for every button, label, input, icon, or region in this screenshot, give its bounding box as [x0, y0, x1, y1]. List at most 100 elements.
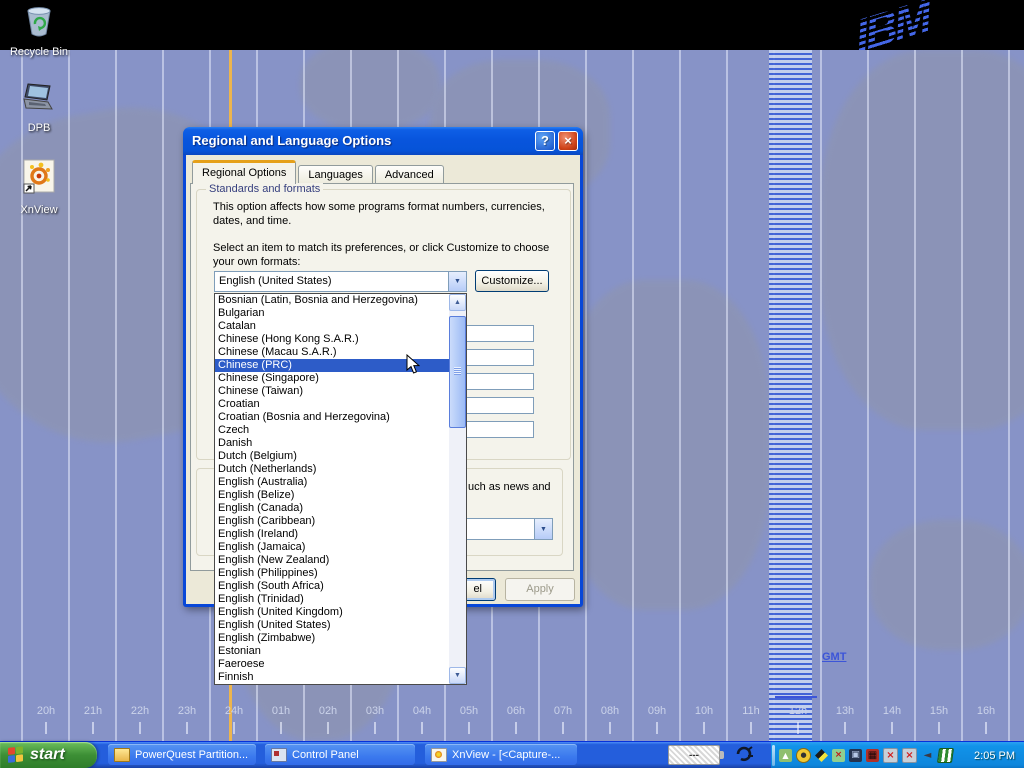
tab-strip: Regional OptionsLanguagesAdvanced	[192, 163, 446, 184]
tab-regional-options[interactable]: Regional Options	[192, 160, 296, 184]
tab-languages[interactable]: Languages	[298, 165, 372, 184]
chevron-down-icon[interactable]: ▼	[534, 519, 552, 539]
language-list-item[interactable]: Dutch (Belgium)	[215, 450, 449, 463]
close-button[interactable]: ×	[558, 131, 578, 151]
timezone-tick	[844, 722, 846, 734]
list-scrollbar[interactable]: ▲ ▼	[449, 294, 466, 684]
timezone-tick	[562, 722, 564, 734]
timezone-label: 04h	[413, 705, 431, 717]
timezone-label: 12h	[789, 705, 807, 717]
format-combobox[interactable]: English (United States) ▼	[214, 271, 467, 292]
desktop-screen: IBM GMT 20h21h22h23h24h01h02h03h04h05h06…	[0, 0, 1024, 768]
apply-button[interactable]: Apply	[505, 578, 575, 601]
language-list-item[interactable]: English (Trinidad)	[215, 593, 449, 606]
task-button-control-panel[interactable]: Control Panel	[265, 744, 415, 766]
timezone-tick	[750, 722, 752, 734]
task-button-label: PowerQuest Partition...	[135, 749, 248, 761]
timezone-label: 23h	[178, 705, 196, 717]
location-text-fragment: uch as news and	[468, 480, 551, 494]
timezone-tick	[985, 722, 987, 734]
timezone-tick	[327, 722, 329, 734]
modem-icon[interactable]	[796, 748, 811, 763]
removable-device-icon[interactable]	[779, 749, 792, 762]
language-list-item[interactable]: English (Jamaica)	[215, 541, 449, 554]
task-button-powerquest-partition[interactable]: PowerQuest Partition...	[108, 744, 256, 766]
language-list-item[interactable]: Bosnian (Latin, Bosnia and Herzegovina)	[215, 294, 449, 307]
timezone-tick	[609, 722, 611, 734]
dialog-titlebar[interactable]: Regional and Language Options ? ×	[183, 127, 583, 155]
language-list-item[interactable]: Danish	[215, 437, 449, 450]
taskbar: start PowerQuest Partition... Control Pan…	[0, 741, 1024, 768]
start-button-label: start	[30, 746, 65, 764]
language-list-item[interactable]: English (Australia)	[215, 476, 449, 489]
status-icon[interactable]	[832, 749, 845, 762]
laptop-icon	[20, 82, 58, 119]
task-button-xnview-capture[interactable]: XnView - [<Capture-...	[425, 744, 577, 766]
timezone-label: 20h	[37, 705, 55, 717]
battery-meter[interactable]: ---	[668, 745, 720, 765]
timezone-label: 06h	[507, 705, 525, 717]
desktop-icon-recycle-bin[interactable]: Recycle Bin	[0, 4, 78, 58]
timezone-tick	[938, 722, 940, 734]
taskbar-clock[interactable]: 2:05 PM	[974, 750, 1024, 762]
customize-button[interactable]: Customize...	[475, 270, 549, 292]
language-list-item[interactable]: Dutch (Netherlands)	[215, 463, 449, 476]
language-list-item[interactable]: Catalan	[215, 320, 449, 333]
timezone-tick	[233, 722, 235, 734]
scroll-up-button[interactable]: ▲	[449, 294, 466, 311]
language-list-item[interactable]: English (Philippines)	[215, 567, 449, 580]
timezone-tick	[421, 722, 423, 734]
timezone-label: 03h	[366, 705, 384, 717]
xnview-icon	[21, 158, 57, 201]
language-list-item[interactable]: Chinese (Hong Kong S.A.R.)	[215, 333, 449, 346]
display-offline-icon[interactable]	[883, 748, 898, 763]
language-list-item[interactable]: Faeroese	[215, 658, 449, 671]
language-list-item[interactable]: Finnish	[215, 671, 449, 684]
start-button[interactable]: start	[0, 742, 97, 768]
desktop-icon-label: Recycle Bin	[10, 46, 68, 58]
timezone-label: 16h	[977, 705, 995, 717]
language-list-item[interactable]: Croatian	[215, 398, 449, 411]
standards-instruction: Select an item to match its preferences,…	[213, 241, 567, 269]
scroll-down-button[interactable]: ▼	[449, 667, 466, 684]
ac-power-plug-icon[interactable]	[735, 746, 755, 768]
scroll-thumb[interactable]	[449, 316, 466, 428]
timezone-label: 21h	[84, 705, 102, 717]
tab-advanced[interactable]: Advanced	[375, 165, 444, 184]
language-list-item[interactable]: Chinese (Taiwan)	[215, 385, 449, 398]
language-list-item[interactable]: English (Caribbean)	[215, 515, 449, 528]
timezone-label: 01h	[272, 705, 290, 717]
language-list-item[interactable]: Bulgarian	[215, 307, 449, 320]
language-list-item[interactable]: English (United Kingdom)	[215, 606, 449, 619]
task-button-label: Control Panel	[292, 749, 359, 761]
language-list-item[interactable]: Estonian	[215, 645, 449, 658]
language-list-item[interactable]: English (United States)	[215, 619, 449, 632]
gmt-label: GMT	[822, 651, 846, 663]
power-meter-icon[interactable]	[815, 749, 828, 762]
timezone-label: 05h	[460, 705, 478, 717]
desktop-icon-xnview[interactable]: XnView	[0, 158, 78, 216]
language-list-item[interactable]: English (Zimbabwe)	[215, 632, 449, 645]
network-icon[interactable]	[849, 749, 862, 762]
recycle-bin-icon	[21, 4, 57, 43]
desktop-icon-dpb[interactable]: DPB	[0, 82, 78, 134]
language-list-item[interactable]: Croatian (Bosnia and Herzegovina)	[215, 411, 449, 424]
language-list-item[interactable]: English (Canada)	[215, 502, 449, 515]
chevron-down-icon[interactable]: ▼	[448, 272, 466, 291]
timezone-label: 10h	[695, 705, 713, 717]
signal-meter-icon[interactable]	[866, 749, 879, 762]
help-button[interactable]: ?	[535, 131, 555, 151]
timezone-tick	[92, 722, 94, 734]
language-list-item[interactable]: English (New Zealand)	[215, 554, 449, 567]
language-list-item[interactable]: English (Ireland)	[215, 528, 449, 541]
language-list-item[interactable]: English (South Africa)	[215, 580, 449, 593]
scheduler-icon[interactable]	[937, 748, 954, 763]
language-list-item[interactable]: English (Belize)	[215, 489, 449, 502]
dialog-title: Regional and Language Options	[192, 127, 391, 155]
timezone-tick	[891, 722, 893, 734]
desktop-icon-label: XnView	[20, 204, 57, 216]
timezone-label: 11h	[742, 705, 760, 717]
language-list-item[interactable]: Czech	[215, 424, 449, 437]
remote-display-icon[interactable]	[902, 748, 917, 763]
volume-icon[interactable]	[921, 749, 934, 762]
